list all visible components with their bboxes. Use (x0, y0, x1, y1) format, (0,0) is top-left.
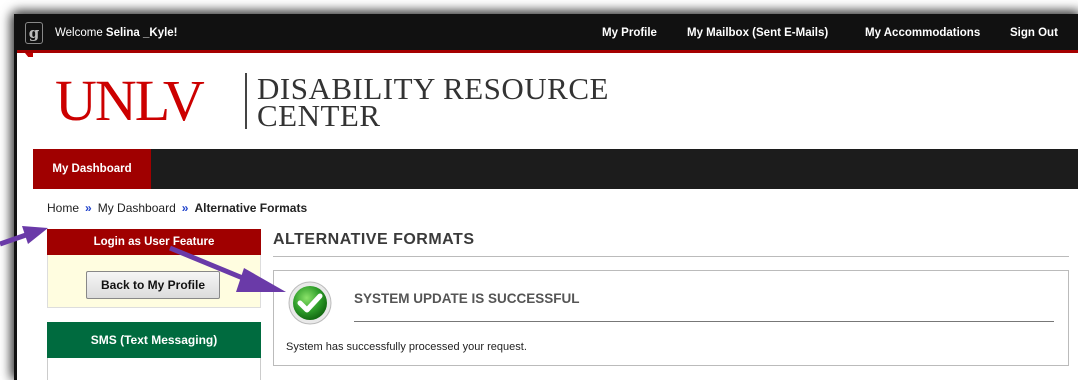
top-accent-line (17, 50, 1078, 53)
message-body: System has successfully processed your r… (286, 341, 527, 353)
message-divider (354, 321, 1054, 322)
breadcrumb: Home » My Dashboard » Alternative Formats (47, 201, 307, 215)
center-name: DISABILITY RESOURCE CENTER (257, 71, 609, 133)
sms-panel-header: SMS (Text Messaging) (47, 322, 261, 358)
success-message-box: SYSTEM UPDATE IS SUCCESSFUL System has s… (273, 270, 1069, 366)
nav-sign-out[interactable]: Sign Out (1010, 27, 1058, 39)
login-as-user-panel: Back to My Profile (47, 255, 261, 308)
breadcrumb-my-dashboard[interactable]: My Dashboard (98, 201, 176, 215)
breadcrumb-home[interactable]: Home (47, 201, 79, 215)
success-check-icon (288, 281, 332, 325)
login-as-user-header: Login as User Feature (47, 229, 261, 255)
nav-my-profile[interactable]: My Profile (602, 27, 657, 39)
tab-my-dashboard[interactable]: My Dashboard (33, 149, 151, 189)
breadcrumb-separator-icon: » (85, 201, 92, 215)
title-divider (273, 256, 1069, 257)
breadcrumb-separator-icon: » (181, 201, 189, 215)
nav-my-accommodations[interactable]: My Accommodations (865, 27, 980, 39)
app-logo-icon: g (25, 22, 43, 44)
user-name: Selina _Kyle! (105, 27, 178, 39)
top-bar: g Welcome Selina _Kyle! My Profile My Ma… (17, 17, 1078, 50)
main-nav-bar (33, 149, 1078, 189)
unlv-logo[interactable]: UNLV (55, 69, 205, 133)
back-to-profile-button[interactable]: Back to My Profile (86, 271, 220, 299)
logo-divider (245, 73, 247, 129)
page-title: ALTERNATIVE FORMATS (273, 231, 475, 248)
message-heading: SYSTEM UPDATE IS SUCCESSFUL (354, 291, 580, 306)
site-header: UNLV DISABILITY RESOURCE CENTER (17, 57, 1078, 149)
browser-page: g Welcome Selina _Kyle! My Profile My Ma… (14, 14, 1078, 380)
welcome-text: Welcome Selina _Kyle! (55, 27, 178, 39)
breadcrumb-current: Alternative Formats (194, 201, 308, 215)
nav-my-mailbox[interactable]: My Mailbox (Sent E-Mails) (687, 27, 828, 39)
